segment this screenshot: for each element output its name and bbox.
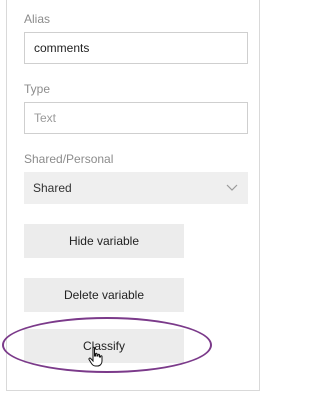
type-input[interactable]: Text (24, 102, 248, 134)
chevron-down-icon (225, 181, 239, 195)
shared-personal-select[interactable]: Shared (24, 172, 248, 204)
delete-variable-button[interactable]: Delete variable (24, 278, 184, 312)
alias-input[interactable]: comments (24, 32, 248, 64)
type-label: Type (24, 82, 51, 96)
hide-variable-button[interactable]: Hide variable (24, 224, 184, 258)
shared-personal-selected-value: Shared (33, 181, 72, 195)
shared-personal-label: Shared/Personal (24, 152, 114, 166)
alias-label: Alias (24, 12, 51, 26)
hand-pointer-icon (87, 346, 105, 368)
